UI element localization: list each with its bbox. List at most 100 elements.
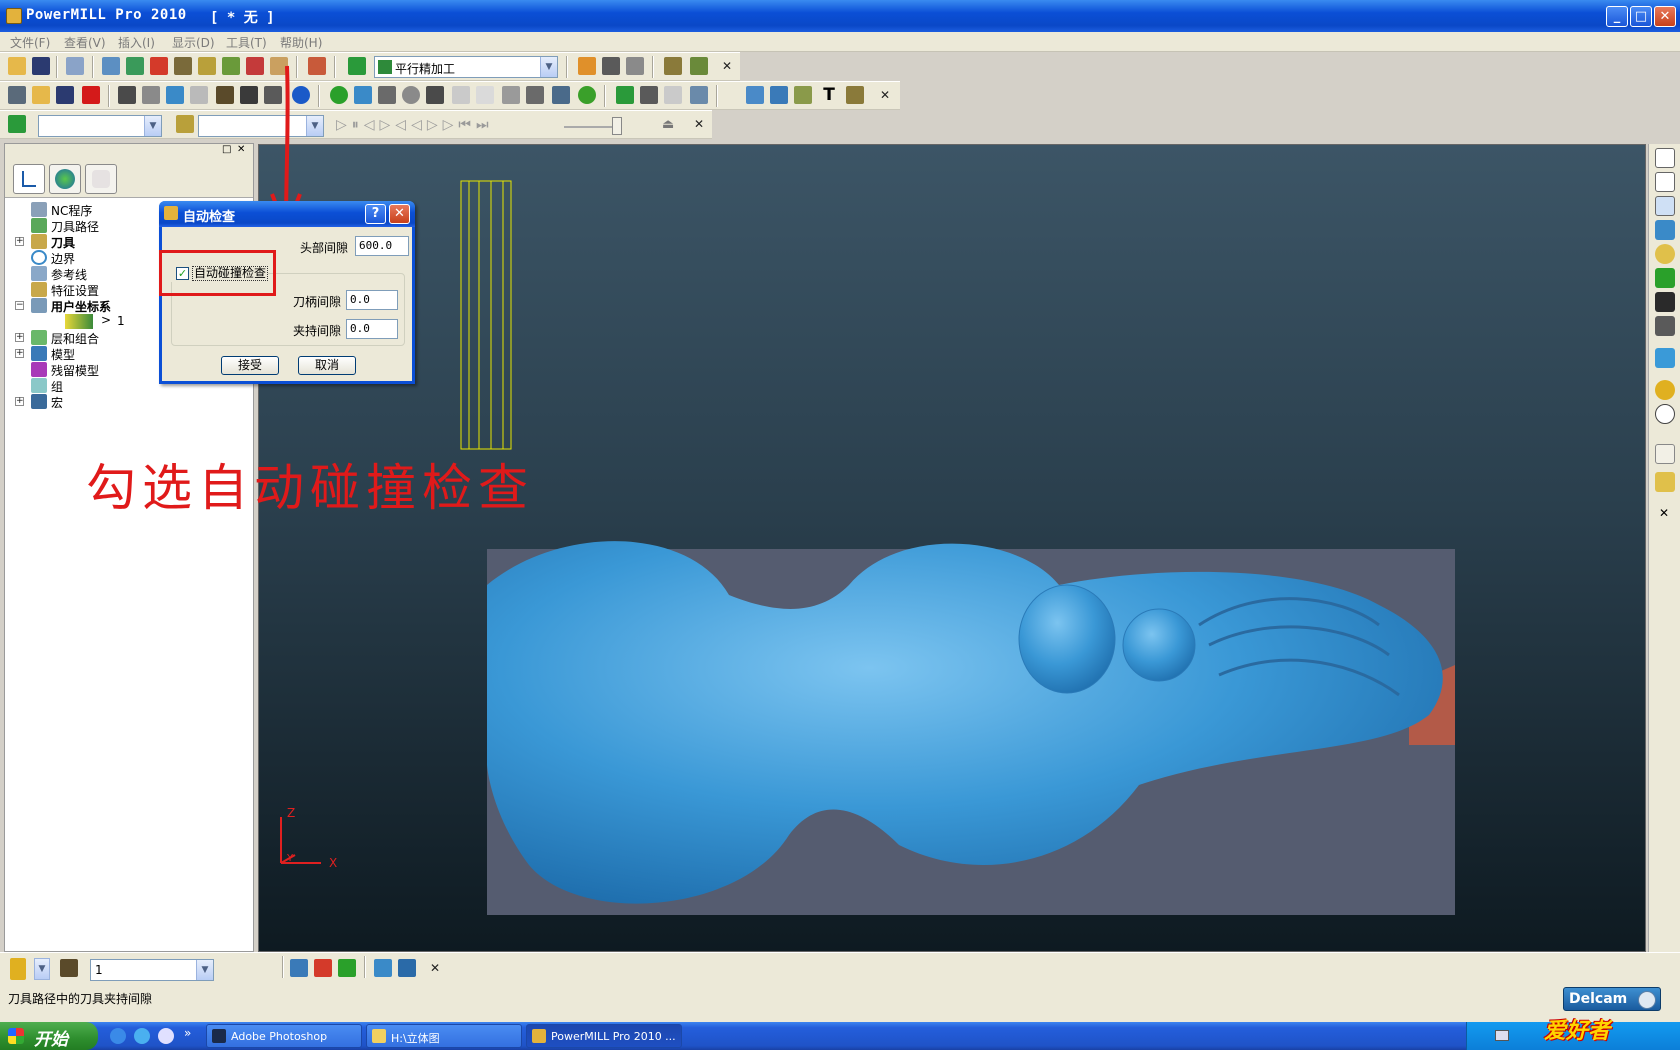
sheet-icon[interactable]	[502, 86, 520, 104]
task-powermill[interactable]: PowerMILL Pro 2010 ...	[526, 1024, 682, 1048]
chevron-down-icon[interactable]: ▼	[540, 57, 557, 77]
task-folder[interactable]: H:\立体图	[366, 1024, 522, 1048]
open-icon[interactable]	[8, 57, 26, 75]
grid-icon[interactable]	[60, 959, 78, 977]
toolpath-connect-icon[interactable]	[664, 57, 682, 75]
calculate-icon[interactable]	[578, 57, 596, 75]
workplane-edit-icon[interactable]	[314, 959, 332, 977]
menu-file[interactable]: 文件(F)	[10, 34, 50, 51]
tool-holder-icon[interactable]	[118, 86, 136, 104]
sim-toolpath-select[interactable]: ▼	[38, 115, 162, 137]
print-icon[interactable]	[66, 57, 84, 75]
save-icon[interactable]	[32, 57, 50, 75]
expand-icon[interactable]	[690, 57, 708, 75]
box-icon[interactable]	[794, 86, 812, 104]
tree-item-macros[interactable]: + 宏	[5, 394, 245, 410]
playback-controls-icon[interactable]: ▷⏸◁▷◁◁▷▷⏮⏭	[336, 117, 494, 133]
ie-icon[interactable]	[134, 1028, 150, 1044]
view-toolbar-close-icon[interactable]: ✕	[1659, 506, 1669, 520]
rapid-move-icon[interactable]	[126, 57, 144, 75]
auto-check-icon[interactable]	[270, 57, 288, 75]
copy-icon[interactable]	[190, 86, 208, 104]
number-icon[interactable]	[264, 86, 282, 104]
text-icon[interactable]: T	[820, 86, 838, 104]
pencil-icon[interactable]	[354, 86, 372, 104]
chevron-down-icon[interactable]: ▼	[144, 116, 161, 136]
tree-icon[interactable]	[526, 86, 544, 104]
points-icon[interactable]	[246, 57, 264, 75]
panel-close-icon[interactable]: ✕	[237, 144, 245, 155]
pattern-icon[interactable]	[222, 57, 240, 75]
sim-tool-select[interactable]: ▼	[198, 115, 324, 137]
cancel-button[interactable]: 取消	[298, 356, 356, 375]
bottom-toolbar-close-icon[interactable]: ✕	[430, 961, 440, 975]
tab-globe[interactable]	[49, 164, 81, 194]
toolbar2-close-icon[interactable]: ✕	[880, 88, 890, 102]
pick-icon[interactable]	[1655, 472, 1675, 492]
layer-icon[interactable]	[166, 86, 184, 104]
tools-icon[interactable]	[398, 959, 416, 977]
panel-pin-icon[interactable]: □	[222, 144, 231, 155]
draw-icon[interactable]	[374, 959, 392, 977]
keyboard-icon[interactable]	[1495, 1030, 1509, 1041]
menu-insert[interactable]: 插入(I)	[118, 34, 155, 51]
menu-help[interactable]: 帮助(H)	[280, 34, 322, 51]
expand-icon[interactable]: +	[15, 397, 24, 406]
grid-icon[interactable]	[216, 86, 234, 104]
block-icon[interactable]	[102, 57, 120, 75]
quicklaunch-icon[interactable]	[110, 1028, 126, 1044]
zoom-box-icon[interactable]	[1655, 316, 1675, 336]
ruler-icon[interactable]	[626, 57, 644, 75]
menu-display[interactable]: 显示(D)	[172, 34, 215, 51]
nc-program-icon[interactable]	[10, 958, 26, 980]
shank-clearance-input[interactable]: 0.0	[346, 290, 398, 310]
model-icon[interactable]	[8, 86, 26, 104]
trim-icon[interactable]	[640, 86, 658, 104]
toolpath-icon[interactable]	[616, 86, 634, 104]
holder-clearance-input[interactable]: 0.0	[346, 319, 398, 339]
shaded-icon[interactable]	[1655, 348, 1675, 368]
tool-icon[interactable]	[174, 57, 192, 75]
print-setup-icon[interactable]	[746, 86, 764, 104]
chevron-down-icon[interactable]: ▼	[34, 958, 50, 980]
table-icon[interactable]	[240, 86, 258, 104]
clock-icon[interactable]	[578, 86, 596, 104]
star-icon[interactable]	[770, 86, 788, 104]
save-project-icon[interactable]	[56, 86, 74, 104]
info-icon[interactable]	[292, 86, 310, 104]
eject-icon[interactable]: ⏏	[662, 117, 674, 132]
dialog-close-button[interactable]: ✕	[389, 204, 410, 224]
view-top-icon[interactable]	[1655, 196, 1675, 216]
wireframe-globe-icon[interactable]	[1655, 404, 1675, 424]
view-side-icon[interactable]	[1655, 172, 1675, 192]
strategy-select[interactable]: 平行精加工 ▼	[374, 56, 558, 78]
wireframe-icon[interactable]	[552, 86, 570, 104]
speed-slider-handle[interactable]	[612, 117, 622, 135]
collapse-icon[interactable]: −	[15, 301, 24, 310]
delete-icon[interactable]	[82, 86, 100, 104]
sim-tool-icon[interactable]	[176, 115, 194, 133]
toolbar1-close-icon[interactable]: ✕	[722, 59, 732, 73]
list-icon[interactable]	[142, 86, 160, 104]
calculator-icon[interactable]	[602, 57, 620, 75]
ball-icon[interactable]	[330, 86, 348, 104]
baseline-icon[interactable]	[426, 86, 444, 104]
toolbar3-close-icon[interactable]: ✕	[694, 117, 704, 131]
minimize-button[interactable]: _	[1606, 6, 1628, 27]
open-project-icon[interactable]	[32, 86, 50, 104]
boundary-icon[interactable]	[198, 57, 216, 75]
zoom-icon[interactable]	[1655, 244, 1675, 264]
view-iso-icon[interactable]	[1655, 220, 1675, 240]
maximize-button[interactable]: □	[1630, 6, 1652, 27]
feedrate-icon[interactable]	[150, 57, 168, 75]
chevron-down-icon[interactable]: ▼	[306, 116, 323, 136]
tab-explorer[interactable]	[13, 164, 45, 194]
level-icon[interactable]	[378, 86, 396, 104]
tab-inactive[interactable]	[85, 164, 117, 194]
menu-view[interactable]: 查看(V)	[64, 34, 106, 51]
refresh-icon[interactable]	[1655, 268, 1675, 288]
macro-icon[interactable]	[846, 86, 864, 104]
view-front-icon[interactable]	[1655, 148, 1675, 168]
stock-icon[interactable]	[308, 57, 326, 75]
gear-icon[interactable]	[402, 86, 420, 104]
